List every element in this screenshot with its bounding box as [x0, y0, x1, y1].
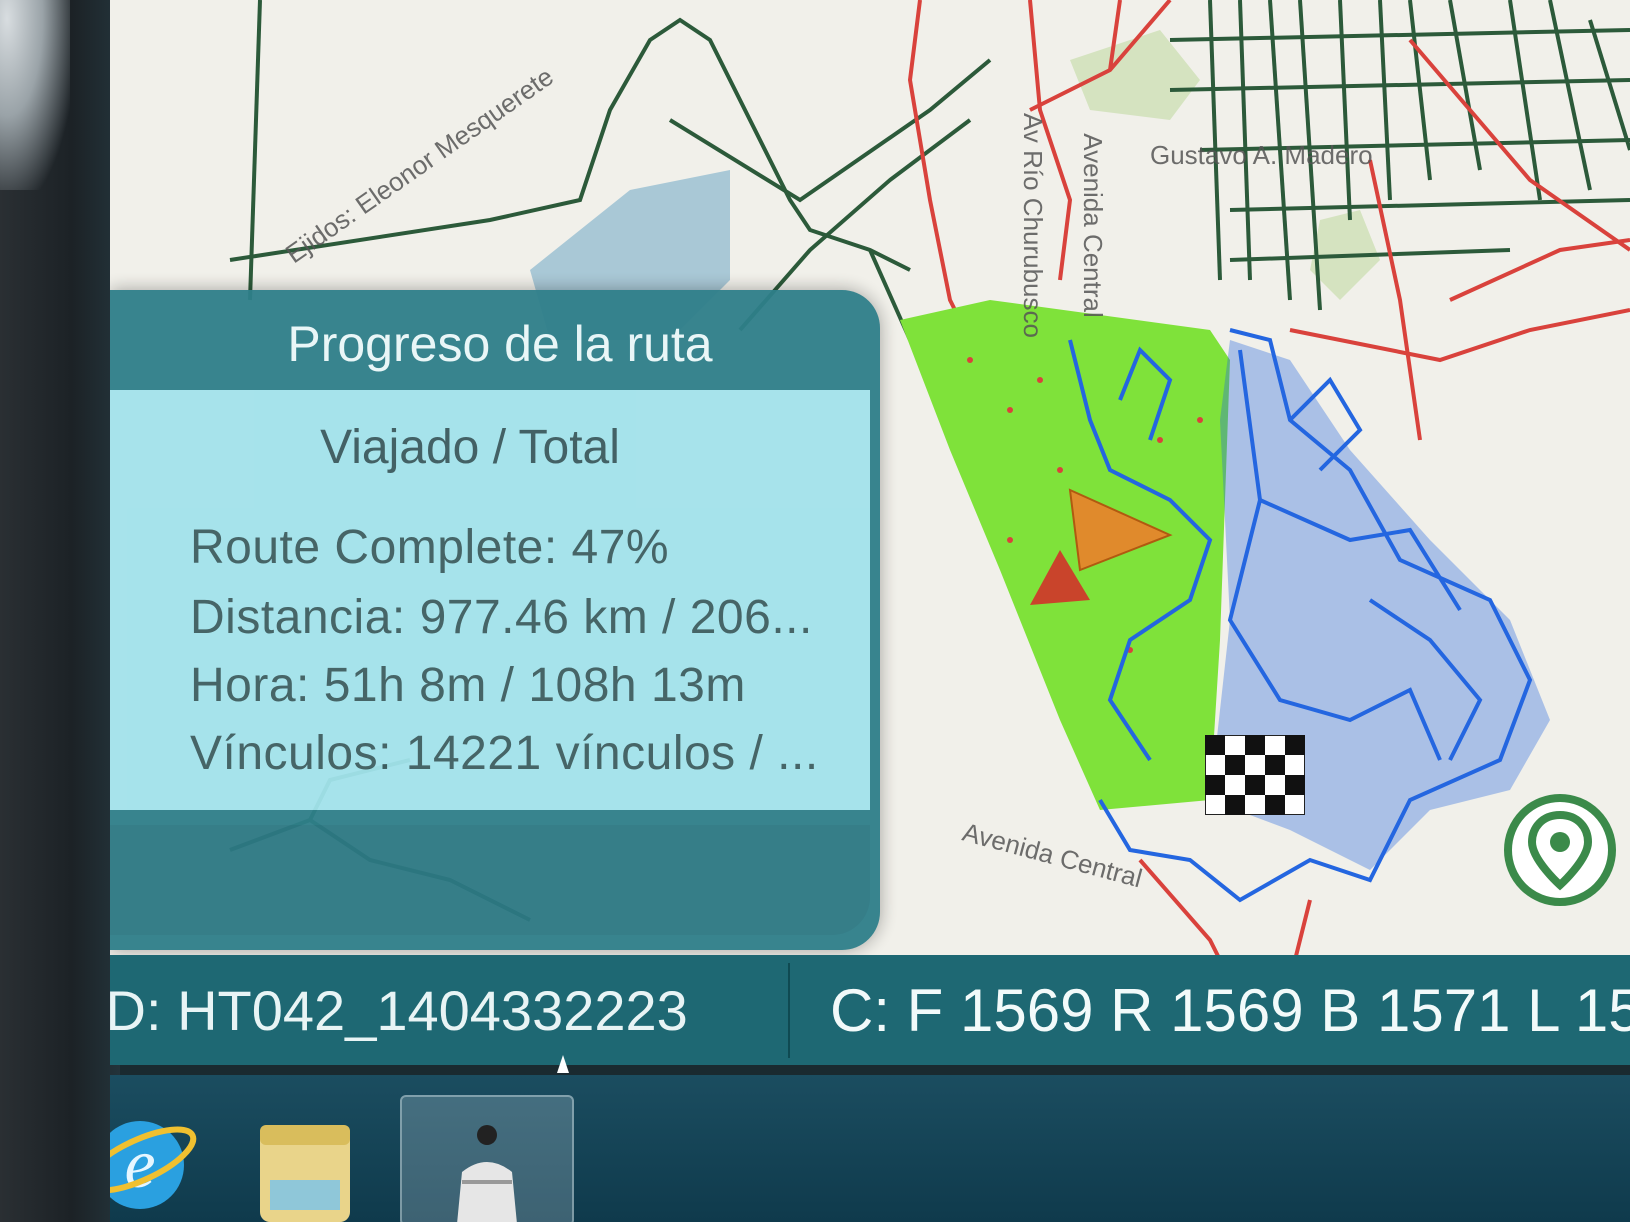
mouse-cursor: [557, 1055, 569, 1073]
screen: Ejidos: Eleonor Mesquerete Av Río Churub…: [110, 0, 1630, 1222]
street-label: Avenida Central: [1077, 133, 1108, 318]
panel-body: Viajado / Total Route Complete: 47% Dist…: [110, 390, 870, 810]
counters: C: F 1569 R 1569 B 1571 L 15: [830, 977, 1630, 1044]
taskbar: e: [110, 1075, 1630, 1222]
map-pin-icon[interactable]: [1500, 790, 1620, 910]
panel-subtitle: Viajado / Total: [320, 421, 620, 474]
route-progress-panel: Progreso de la ruta Viajado / Total Rout…: [110, 290, 880, 950]
bezel-glare: [0, 0, 70, 190]
file-explorer-icon[interactable]: [240, 1095, 370, 1222]
street-label: Av Río Churubusco: [1017, 113, 1048, 338]
distance-stat: Distancia: 977.46 km / 206...: [190, 591, 813, 644]
internet-explorer-icon[interactable]: e: [110, 1095, 200, 1222]
status-bar: ID: HT042_1404332223 C: F 1569 R 1569 B …: [110, 955, 1630, 1065]
panel-title: Progreso de la ruta: [287, 316, 713, 372]
time-stat: Hora: 51h 8m / 108h 13m: [190, 659, 746, 712]
app-icon[interactable]: [400, 1095, 574, 1222]
route-complete-stat: Route Complete: 47%: [190, 521, 670, 574]
position-arrow-icon: [1030, 488, 1173, 605]
session-id: ID: HT042_1404332223: [110, 963, 790, 1058]
checkered-flag-icon: [1205, 735, 1305, 815]
links-stat: Vínculos: 14221 vínculos / ...: [190, 727, 819, 780]
panel-footer: [110, 825, 870, 935]
street-label: Gustavo A. Madero: [1150, 140, 1373, 170]
